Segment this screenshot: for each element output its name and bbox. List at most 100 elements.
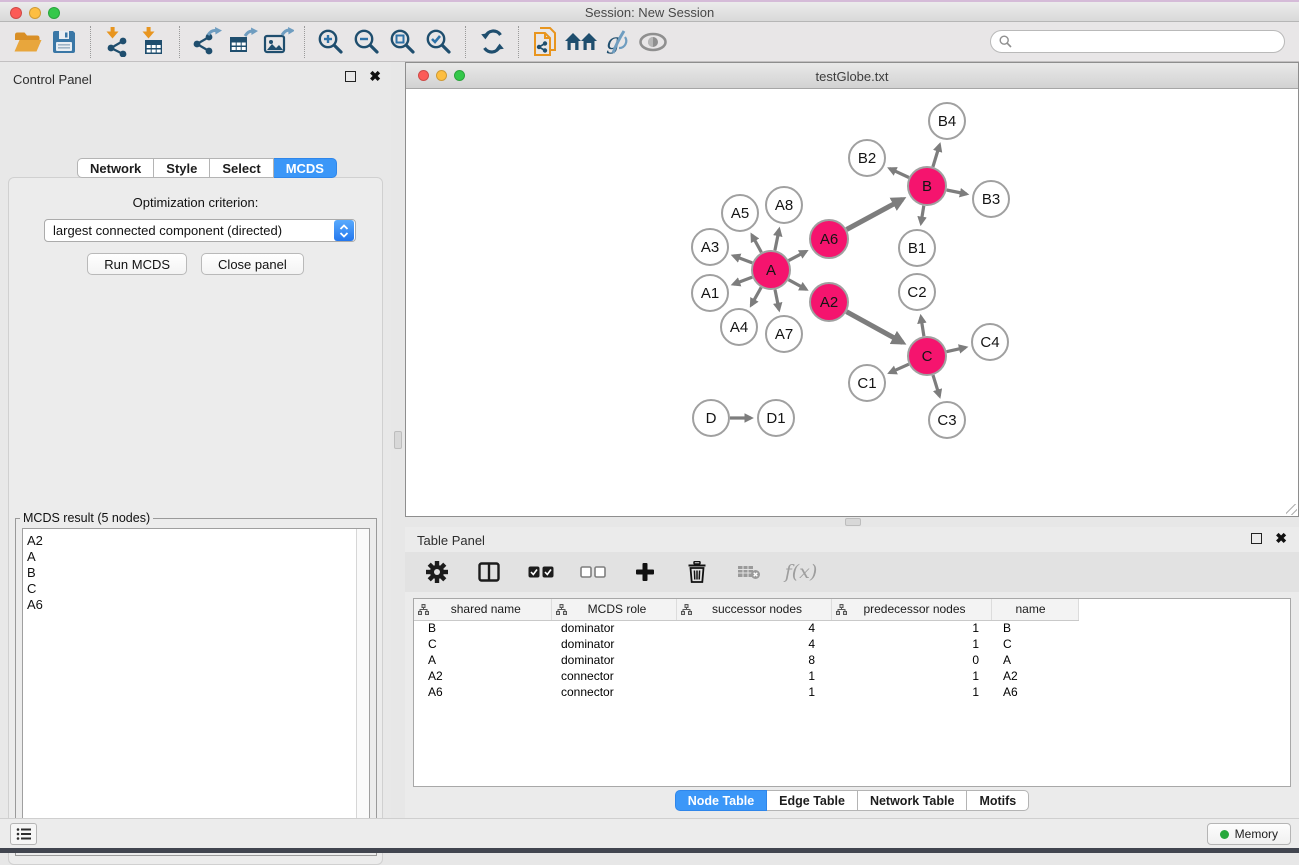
result-list-scrollbar[interactable] — [356, 529, 369, 845]
zoom-out-icon[interactable] — [349, 25, 385, 59]
table-cell[interactable]: A — [991, 652, 1078, 668]
node-table[interactable]: shared nameMCDS rolesuccessor nodesprede… — [414, 599, 1291, 700]
table-cell[interactable]: dominator — [551, 636, 676, 652]
table-cell[interactable]: A2 — [991, 668, 1078, 684]
graph-edge-B-B2[interactable] — [890, 169, 909, 178]
tab-network-table[interactable]: Network Table — [858, 790, 968, 811]
graph-edge-B-B3[interactable] — [947, 190, 967, 194]
gene-annotation-icon[interactable]: g — [599, 25, 635, 59]
table-cell[interactable]: 1 — [676, 684, 831, 700]
graph-edge-C-C1[interactable] — [890, 364, 909, 373]
graph-edge-A6-B[interactable] — [847, 199, 903, 229]
table-cell[interactable]: A — [414, 652, 551, 668]
graph-edge-A-A8[interactable] — [775, 230, 779, 251]
graph-edge-A2-C[interactable] — [847, 312, 903, 343]
graph-edge-A-A5[interactable] — [752, 235, 762, 252]
table-cell[interactable]: C — [414, 636, 551, 652]
graph-edge-A-A4[interactable] — [751, 287, 761, 305]
network-file-icon[interactable] — [527, 25, 563, 59]
tab-motifs[interactable]: Motifs — [967, 790, 1029, 811]
mcds-result-list[interactable]: A2ABCA6 — [22, 528, 370, 846]
tab-style[interactable]: Style — [154, 158, 210, 178]
split-columns-icon[interactable] — [475, 555, 503, 589]
table-row[interactable]: Adominator80A — [414, 652, 1291, 668]
resize-grip-icon[interactable] — [1286, 504, 1297, 515]
graph-edge-A-A3[interactable] — [733, 256, 752, 263]
table-cell[interactable]: 1 — [831, 636, 991, 652]
result-item[interactable]: B — [27, 565, 369, 581]
result-item[interactable]: A6 — [27, 597, 369, 613]
table-cell[interactable]: 1 — [831, 620, 991, 636]
table-cell[interactable]: dominator — [551, 620, 676, 636]
float-panel-icon[interactable] — [345, 71, 356, 82]
table-cell[interactable]: 8 — [676, 652, 831, 668]
delete-table-icon[interactable] — [735, 555, 763, 589]
table-cell[interactable]: 4 — [676, 636, 831, 652]
column-header-shared-name[interactable]: shared name — [414, 599, 551, 620]
graph-edge-C-C3[interactable] — [933, 375, 940, 396]
close-panel-icon[interactable]: ✖ — [369, 71, 381, 82]
vertical-split-handle[interactable] — [394, 431, 402, 449]
table-cell[interactable]: 1 — [831, 668, 991, 684]
close-panel-button[interactable]: Close panel — [201, 253, 304, 275]
import-network-icon[interactable] — [99, 25, 135, 59]
zoom-in-icon[interactable] — [313, 25, 349, 59]
table-cell[interactable]: C — [991, 636, 1078, 652]
table-cell[interactable]: 1 — [676, 668, 831, 684]
export-network-icon[interactable] — [188, 25, 224, 59]
tab-mcds[interactable]: MCDS — [274, 158, 337, 178]
node-table-container[interactable]: shared nameMCDS rolesuccessor nodesprede… — [413, 598, 1291, 787]
table-cell[interactable]: connector — [551, 668, 676, 684]
table-cell[interactable]: 0 — [831, 652, 991, 668]
select-all-icon[interactable] — [527, 555, 555, 589]
run-mcds-button[interactable]: Run MCDS — [87, 253, 187, 275]
table-row[interactable]: A6connector11A6 — [414, 684, 1291, 700]
result-item[interactable]: A2 — [27, 533, 369, 549]
tab-edge-table[interactable]: Edge Table — [767, 790, 858, 811]
close-table-panel-icon[interactable]: ✖ — [1275, 533, 1287, 544]
horizontal-split-divider[interactable] — [405, 517, 1299, 527]
table-cell[interactable]: A6 — [991, 684, 1078, 700]
memory-button[interactable]: Memory — [1207, 823, 1291, 845]
graph-edge-C-C4[interactable] — [947, 347, 966, 351]
import-table-icon[interactable] — [135, 25, 171, 59]
zoom-selected-icon[interactable] — [421, 25, 457, 59]
home-icon[interactable] — [563, 25, 599, 59]
column-header-name[interactable]: name — [991, 599, 1078, 620]
graph-edge-C-C2[interactable] — [921, 317, 924, 337]
search-input[interactable] — [1017, 35, 1267, 49]
zoom-fit-icon[interactable] — [385, 25, 421, 59]
delete-icon[interactable] — [683, 555, 711, 589]
result-item[interactable]: A — [27, 549, 369, 565]
tab-network[interactable]: Network — [77, 158, 154, 178]
task-history-button[interactable] — [10, 823, 37, 845]
graph-edge-A-A2[interactable] — [789, 280, 807, 290]
network-graph[interactable]: B4B2BB3A5A8A6A3B1AA1C2A2A4A7C4CC1C3DD1 — [406, 89, 1298, 517]
table-cell[interactable]: A2 — [414, 668, 551, 684]
network-window-titlebar[interactable]: testGlobe.txt — [406, 63, 1298, 89]
gear-icon[interactable] — [423, 555, 451, 589]
float-table-panel-icon[interactable] — [1251, 533, 1262, 544]
table-cell[interactable]: B — [414, 620, 551, 636]
column-header-successor-nodes[interactable]: successor nodes — [676, 599, 831, 620]
open-session-icon[interactable] — [10, 25, 46, 59]
search-field[interactable] — [990, 30, 1285, 53]
tab-select[interactable]: Select — [210, 158, 273, 178]
table-cell[interactable]: A6 — [414, 684, 551, 700]
table-cell[interactable]: 1 — [831, 684, 991, 700]
add-column-icon[interactable] — [631, 555, 659, 589]
refresh-icon[interactable] — [474, 25, 510, 59]
result-item[interactable]: C — [27, 581, 369, 597]
vertical-split-divider[interactable] — [391, 62, 405, 818]
table-cell[interactable]: dominator — [551, 652, 676, 668]
column-header-MCDS-role[interactable]: MCDS role — [551, 599, 676, 620]
graph-edge-B-B1[interactable] — [921, 206, 924, 224]
save-session-icon[interactable] — [46, 25, 82, 59]
graph-edge-A-A1[interactable] — [733, 277, 752, 284]
graph-edge-B-B4[interactable] — [933, 145, 940, 167]
deselect-all-icon[interactable] — [579, 555, 607, 589]
tab-node-table[interactable]: Node Table — [675, 790, 767, 811]
table-row[interactable]: Bdominator41B — [414, 620, 1291, 636]
optimization-criterion-dropdown[interactable]: largest connected component (directed) — [44, 219, 356, 242]
table-cell[interactable]: B — [991, 620, 1078, 636]
